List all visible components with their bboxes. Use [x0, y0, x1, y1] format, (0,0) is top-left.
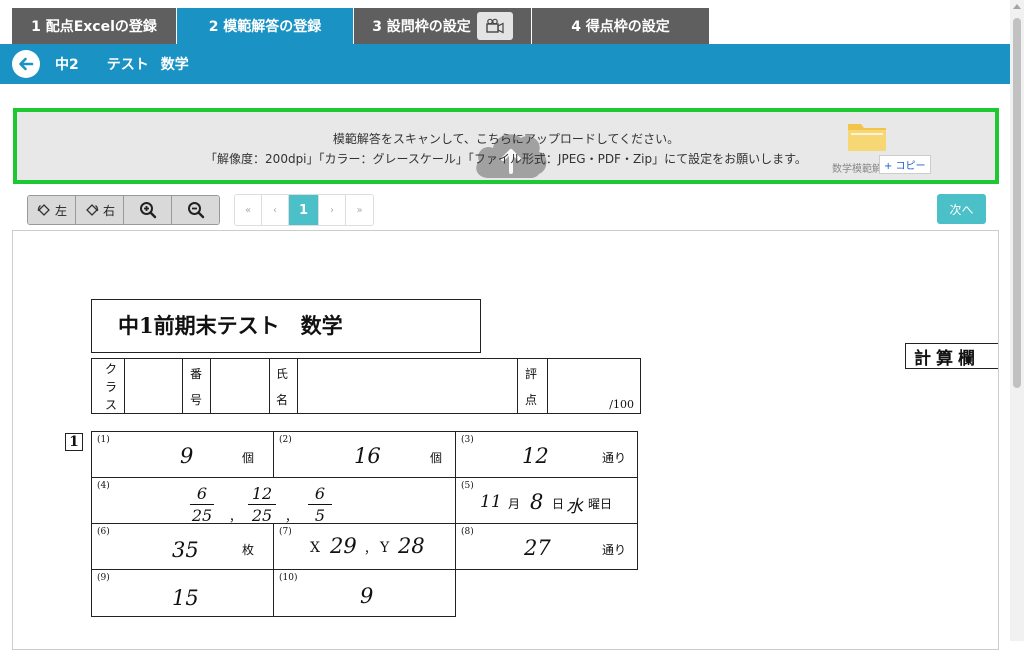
zoom-in-icon — [139, 202, 156, 219]
back-button[interactable] — [12, 50, 40, 78]
zoom-out-button[interactable] — [172, 196, 219, 224]
fraction-3: 65 — [308, 484, 332, 525]
pagination: « ‹ 1 › » — [234, 194, 374, 226]
name-label: 氏 名 — [275, 367, 288, 407]
fraction-1: 6 25 — [190, 484, 214, 525]
step-tabs: 1 配点Excelの登録 2 模範解答の登録 3 設問枠の設定 4 得点枠の設定 — [12, 8, 710, 44]
context-bar: 中2 テスト 数学 — [0, 44, 1010, 84]
fraction-2: 12 25 — [248, 484, 276, 525]
last-page-button[interactable]: » — [346, 195, 373, 225]
tab-question-frame-settings[interactable]: 3 設問枠の設定 — [354, 8, 532, 44]
tab-excel-registration[interactable]: 1 配点Excelの登録 — [12, 8, 177, 44]
answer-cell-10: (10) 9 — [273, 569, 456, 617]
first-page-button[interactable]: « — [235, 195, 262, 225]
class-label: ク ラ ス — [104, 362, 117, 412]
zoom-out-icon — [187, 202, 204, 219]
rotate-right-button[interactable]: 右 — [76, 196, 124, 224]
zoom-in-button[interactable] — [124, 196, 172, 224]
answer-value: 9 — [180, 444, 194, 468]
calc-area-label: 計算欄 — [905, 343, 998, 369]
answer-value: 12 — [522, 444, 549, 468]
answer-value: 15 — [172, 586, 199, 610]
answer-cell-9: (9) 15 — [91, 569, 274, 617]
exam-title-box: 中1前期末テスト 数学 — [91, 299, 481, 353]
dragged-file-label: 数学模範解 — [832, 164, 882, 175]
test-label: テスト — [106, 57, 149, 73]
rotate-right-icon — [86, 204, 99, 216]
folder-icon — [848, 124, 886, 151]
next-page-button[interactable]: › — [319, 195, 346, 225]
viewer-toolbar: 左 右 — [27, 195, 220, 225]
answer-sheet-viewer[interactable]: 中1前期末テスト 数学 計算欄 ク ラ ス 番 号 氏 名 評 点 /100 1 — [12, 230, 999, 650]
video-camera-button[interactable] — [476, 12, 513, 40]
question-number: 1 — [65, 433, 83, 451]
tab-score-frame-settings[interactable]: 4 得点枠の設定 — [532, 8, 710, 44]
answer-cell-8: (8) 27 通り — [455, 523, 638, 570]
grade-label: 中2 — [55, 57, 79, 73]
subject-label: 数学 — [160, 57, 189, 73]
video-camera-icon — [486, 18, 504, 34]
arrow-left-icon — [19, 57, 34, 71]
score-max: /100 — [609, 398, 634, 411]
exam-title: 中1前期末テスト 数学 — [118, 313, 343, 338]
answer-cell-7: (7) X 29 ， Y 28 — [273, 523, 456, 570]
answer-cell-4: (4) 6 25 ， 12 25 ， 65 — [91, 477, 456, 525]
next-step-button[interactable]: 次へ — [937, 194, 986, 224]
rotate-left-button[interactable]: 左 — [28, 196, 76, 224]
prev-page-button[interactable]: ‹ — [262, 195, 289, 225]
tab-model-answer-registration[interactable]: 2 模範解答の登録 — [177, 8, 354, 44]
answer-cell-3: (3) 12 通り — [455, 431, 638, 478]
answer-cell-2: (2) 16 個 — [273, 431, 456, 478]
number-label: 番 号 — [189, 367, 202, 407]
answer-cell-6: (6) 35 枚 — [91, 523, 274, 570]
scroll-thumb[interactable] — [1013, 18, 1021, 388]
answer-cell-5: (5) 11 月 8 日 水 曜日 — [455, 477, 638, 524]
upload-dropzone[interactable]: 模範解答をスキャンして、こちらにアップロードしてください。 「解像度：200dp… — [13, 108, 999, 184]
score-label: 評 点 — [524, 367, 537, 407]
answer-value: 27 — [524, 536, 551, 560]
page-scrollbar[interactable] — [1010, 0, 1024, 641]
scroll-up-arrow-icon[interactable] — [1013, 4, 1021, 9]
copy-badge: + コピー — [879, 155, 931, 174]
student-info-table: ク ラ ス 番 号 氏 名 評 点 /100 — [91, 358, 641, 414]
rotate-left-icon — [37, 204, 50, 216]
answer-value: 9 — [360, 584, 374, 608]
answer-value: 35 — [172, 538, 199, 562]
answer-cell-1: (1) 9 個 — [91, 431, 274, 478]
answer-value: 16 — [354, 444, 381, 468]
current-page-button[interactable]: 1 — [289, 195, 319, 225]
